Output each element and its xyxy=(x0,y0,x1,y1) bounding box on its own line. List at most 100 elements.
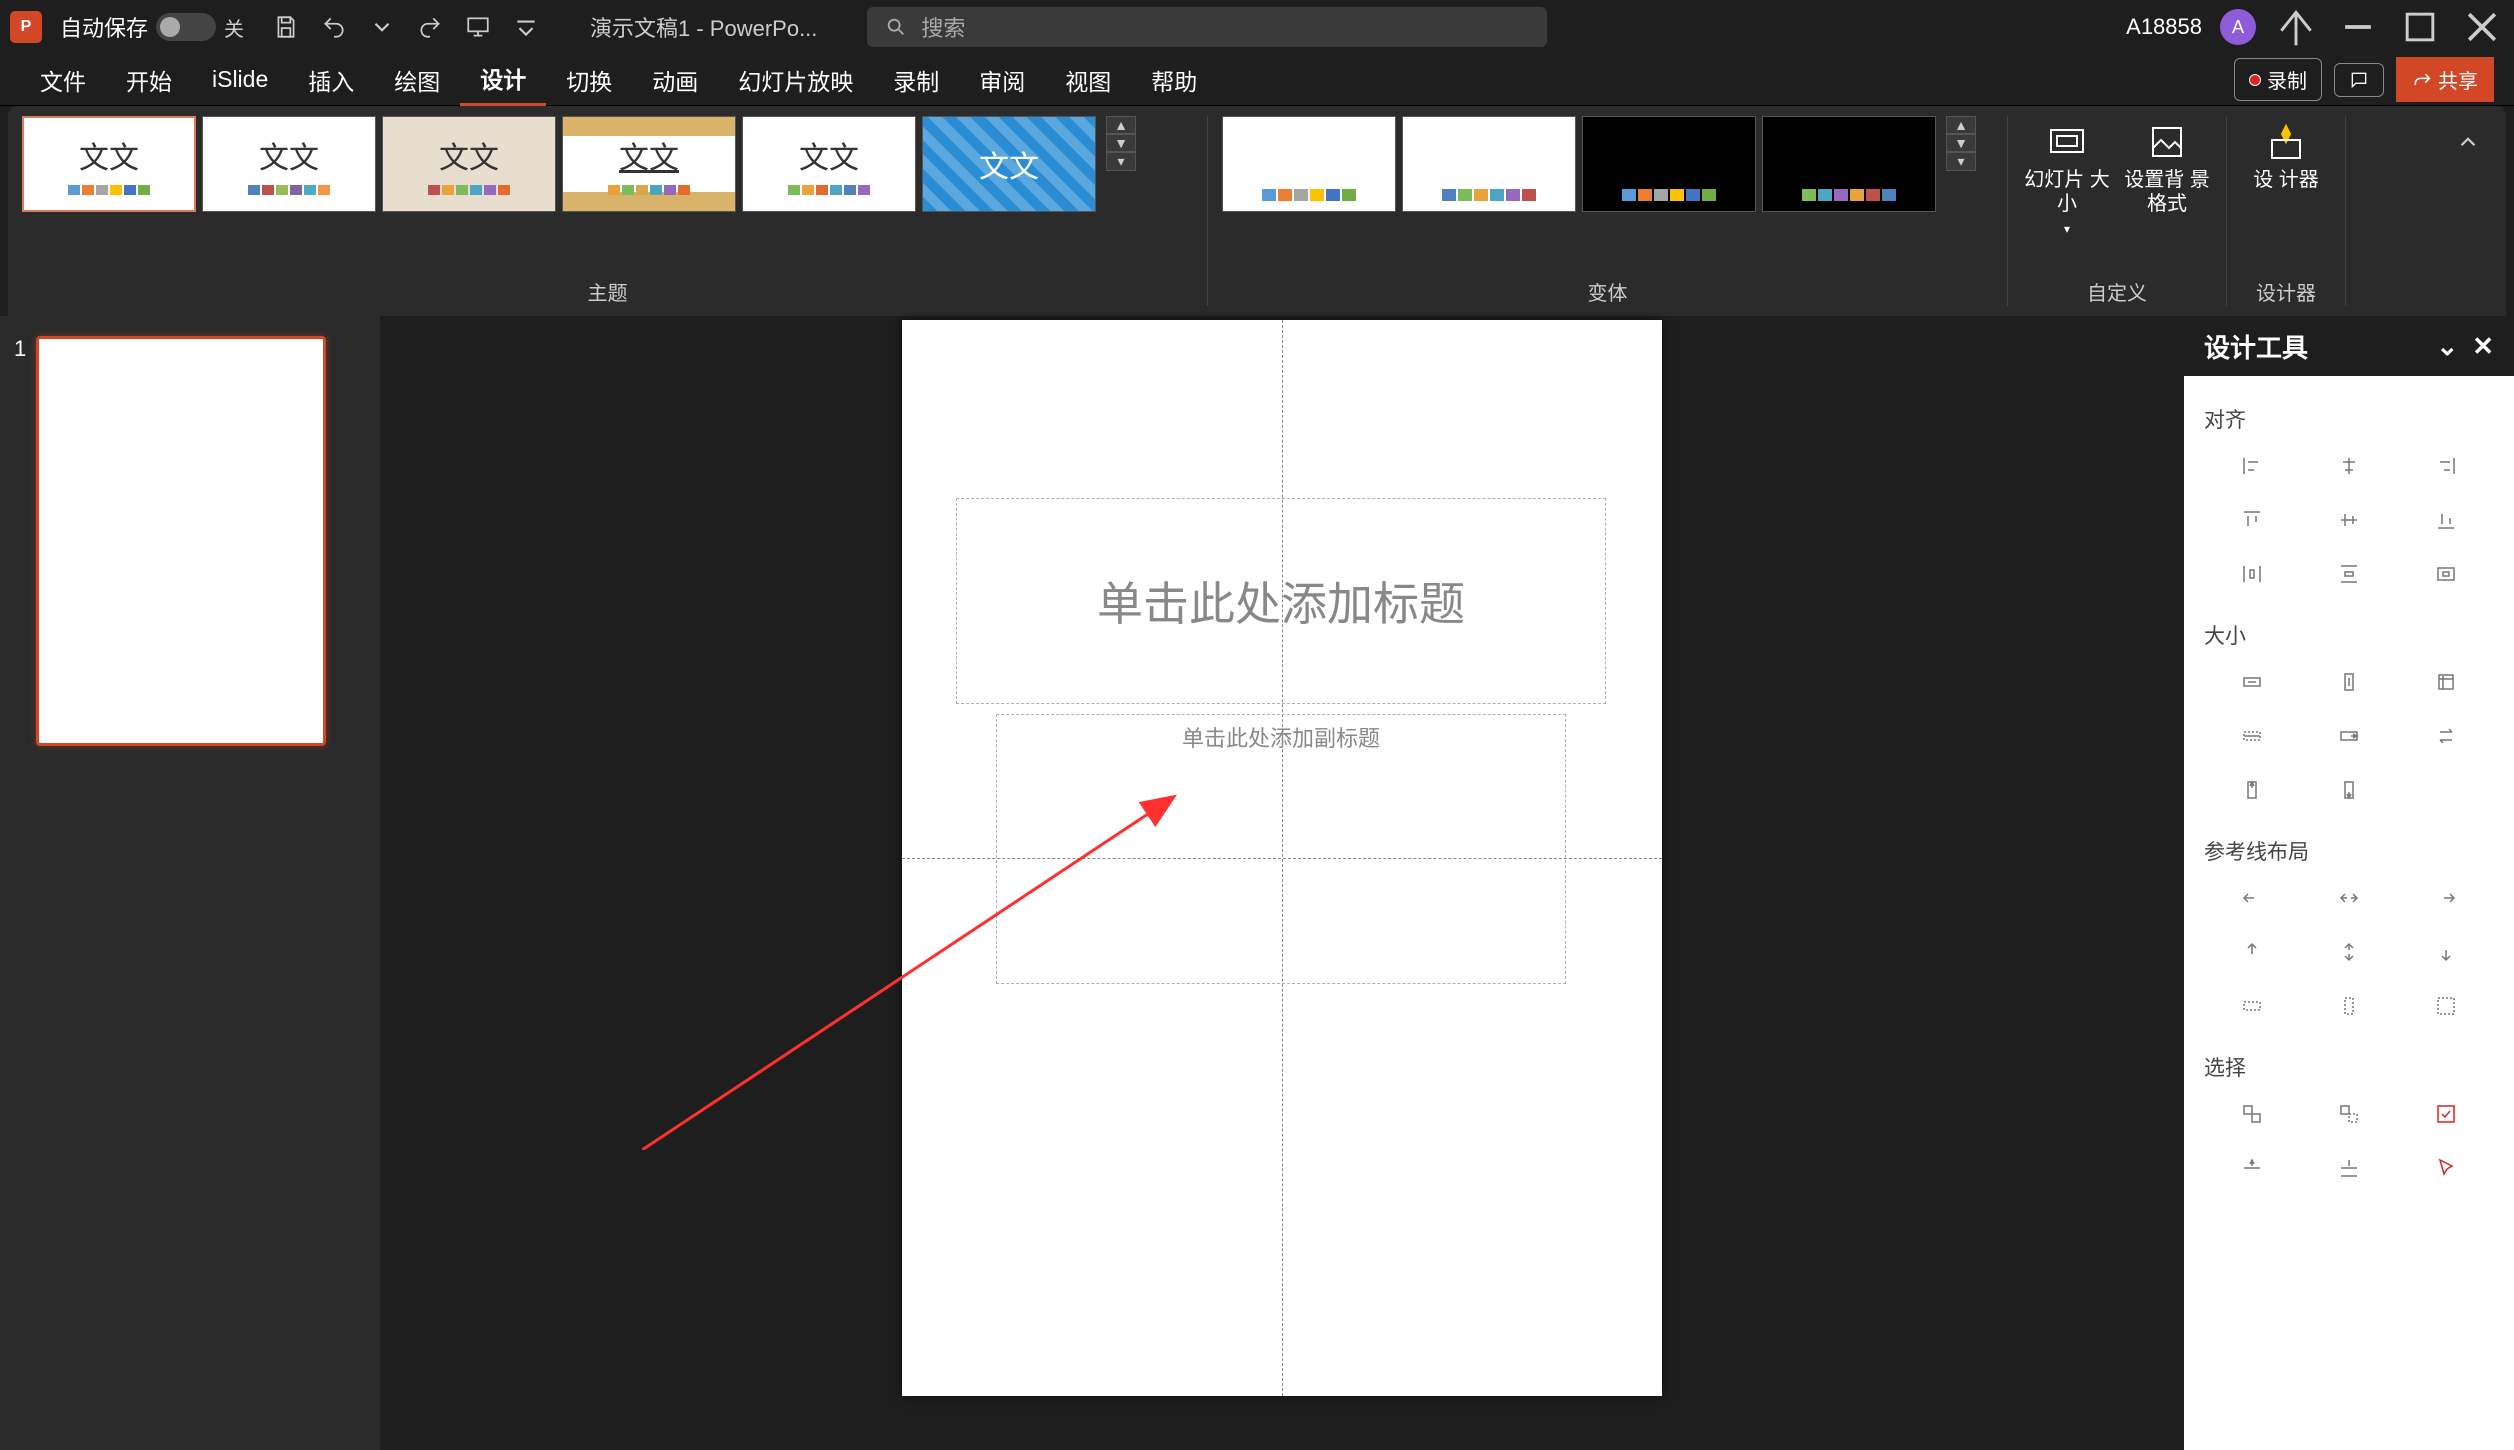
tab-record[interactable]: 录制 xyxy=(873,55,959,105)
same-height-icon[interactable] xyxy=(2301,660,2398,704)
variant-4[interactable] xyxy=(1762,116,1936,212)
slide-size-button[interactable]: 幻灯片 大小 ▾ xyxy=(2022,116,2112,236)
cursor-select-icon[interactable] xyxy=(2397,1146,2494,1190)
toggle-selection-icon[interactable] xyxy=(2397,1092,2494,1136)
close-panel-icon[interactable]: ✕ xyxy=(2472,331,2494,362)
gallery-up-icon[interactable]: ▲ xyxy=(1106,116,1136,134)
guide-h-center-icon[interactable] xyxy=(2301,876,2398,920)
guide-left-icon[interactable] xyxy=(2204,876,2301,920)
variant-2[interactable] xyxy=(1402,116,1576,212)
align-left-icon[interactable] xyxy=(2204,444,2301,488)
select-same-icon[interactable] xyxy=(2301,1092,2398,1136)
close-icon[interactable] xyxy=(2460,5,2504,49)
guide-v-center-icon[interactable] xyxy=(2301,930,2398,974)
undo-icon[interactable] xyxy=(316,9,352,45)
size-tools xyxy=(2204,660,2494,812)
same-width-icon[interactable] xyxy=(2204,660,2301,704)
tab-animations[interactable]: 动画 xyxy=(632,55,718,105)
align-top-icon[interactable] xyxy=(2204,498,2301,542)
share-button[interactable]: 共享 xyxy=(2396,57,2494,102)
same-size-icon[interactable] xyxy=(2397,660,2494,704)
variant-1[interactable] xyxy=(1222,116,1396,212)
gallery-more-icon[interactable]: ▾ xyxy=(1106,152,1136,171)
slide-thumbnail[interactable] xyxy=(36,336,326,746)
slide-canvas[interactable]: 单击此处添加标题 单击此处添加副标题 xyxy=(902,320,1662,1396)
background-icon xyxy=(2147,122,2187,162)
width-grow-icon[interactable] xyxy=(2204,714,2301,758)
tab-view[interactable]: 视图 xyxy=(1045,55,1131,105)
slideshow-icon[interactable] xyxy=(460,9,496,45)
tab-slideshow[interactable]: 幻灯片放映 xyxy=(718,55,873,105)
maximize-icon[interactable] xyxy=(2398,5,2442,49)
subtitle-placeholder[interactable]: 单击此处添加副标题 xyxy=(996,714,1566,984)
user-name[interactable]: A18858 xyxy=(2126,14,2202,40)
slide-item-1[interactable]: 1 xyxy=(14,336,366,746)
align-bottom-icon[interactable] xyxy=(2397,498,2494,542)
distribute-h-icon[interactable] xyxy=(2204,552,2301,596)
tab-islide[interactable]: iSlide xyxy=(192,58,288,101)
share-icon xyxy=(2412,70,2432,90)
chevron-down-icon: ▾ xyxy=(2064,222,2070,236)
designer-button[interactable]: 设 计器 xyxy=(2241,116,2331,192)
theme-3[interactable]: 文文 xyxy=(382,116,556,212)
variant-up-icon[interactable]: ▲ xyxy=(1946,116,1976,134)
autosave-toggle[interactable] xyxy=(156,13,216,41)
distribute-v-icon[interactable] xyxy=(2301,552,2398,596)
guide-up-icon[interactable] xyxy=(2204,930,2301,974)
align-center-v-icon[interactable] xyxy=(2301,498,2398,542)
title-placeholder[interactable]: 单击此处添加标题 xyxy=(956,498,1606,704)
height-bottom-icon[interactable] xyxy=(2301,768,2398,812)
avatar[interactable]: A xyxy=(2220,9,2256,45)
bring-front-icon[interactable] xyxy=(2204,1146,2301,1190)
autosave-label: 自动保存 xyxy=(60,11,148,43)
collapse-ribbon-icon[interactable] xyxy=(2450,124,2486,160)
guide-grid-all-icon[interactable] xyxy=(2397,984,2494,1028)
designer-icon xyxy=(2266,122,2306,162)
chevron-down-icon[interactable]: ⌄ xyxy=(2436,331,2458,362)
tab-review[interactable]: 审阅 xyxy=(959,55,1045,105)
width-shrink-icon[interactable] xyxy=(2301,714,2398,758)
align-center-h-icon[interactable] xyxy=(2301,444,2398,488)
theme-4[interactable]: 文文 xyxy=(562,116,736,212)
center-slide-icon[interactable] xyxy=(2397,552,2494,596)
guide-tools xyxy=(2204,876,2494,1028)
variant-3[interactable] xyxy=(1582,116,1756,212)
tab-transitions[interactable]: 切换 xyxy=(546,55,632,105)
align-middle-icon[interactable] xyxy=(2301,1146,2398,1190)
guide-right-icon[interactable] xyxy=(2397,876,2494,920)
theme-6[interactable]: 文文 xyxy=(922,116,1096,212)
slide-canvas-area[interactable]: 单击此处添加标题 单击此处添加副标题 xyxy=(380,316,2184,1450)
select-tools xyxy=(2204,1092,2494,1190)
height-top-icon[interactable] xyxy=(2204,768,2301,812)
minimize-icon[interactable] xyxy=(2336,5,2380,49)
tab-draw[interactable]: 绘图 xyxy=(374,55,460,105)
slide-size-icon xyxy=(2047,122,2087,162)
tab-home[interactable]: 开始 xyxy=(106,55,192,105)
guide-grid-h-icon[interactable] xyxy=(2204,984,2301,1028)
swap-size-icon[interactable] xyxy=(2397,714,2494,758)
comments-button[interactable] xyxy=(2334,63,2384,97)
theme-office[interactable]: 文文 xyxy=(22,116,196,212)
tab-insert[interactable]: 插入 xyxy=(288,55,374,105)
background-format-button[interactable]: 设置背 景格式 xyxy=(2122,116,2212,216)
guide-down-icon[interactable] xyxy=(2397,930,2494,974)
gallery-down-icon[interactable]: ▼ xyxy=(1106,134,1136,152)
theme-5[interactable]: 文文 xyxy=(742,116,916,212)
search-input[interactable]: 搜索 xyxy=(867,7,1547,47)
theme-2[interactable]: 文文 xyxy=(202,116,376,212)
variant-down-icon[interactable]: ▼ xyxy=(1946,134,1976,152)
save-icon[interactable] xyxy=(268,9,304,45)
tab-file[interactable]: 文件 xyxy=(20,55,106,105)
undo-dropdown-icon[interactable] xyxy=(364,9,400,45)
tab-help[interactable]: 帮助 xyxy=(1131,55,1217,105)
record-button[interactable]: 录制 xyxy=(2234,58,2322,101)
mic-icon[interactable] xyxy=(2274,5,2318,49)
align-right-icon[interactable] xyxy=(2397,444,2494,488)
tab-design[interactable]: 设计 xyxy=(460,53,546,106)
variant-more-icon[interactable]: ▾ xyxy=(1946,152,1976,171)
redo-icon[interactable] xyxy=(412,9,448,45)
qat-more-icon[interactable] xyxy=(508,9,544,45)
select-all-icon[interactable] xyxy=(2204,1092,2301,1136)
guide-grid-v-icon[interactable] xyxy=(2301,984,2398,1028)
slide-thumbnail-panel: 1 xyxy=(0,316,380,1450)
